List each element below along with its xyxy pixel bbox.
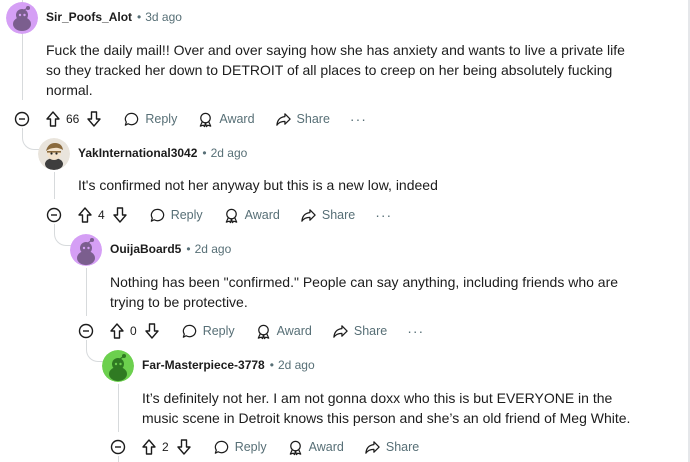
comment-body: Nothing has been "confirmed." People can… [110,272,670,312]
downvote-icon[interactable] [143,322,161,340]
share-button[interactable]: Share [332,323,387,340]
share-icon [301,208,316,222]
reply-icon [150,208,164,222]
share-icon [275,112,291,126]
share-icon [333,324,348,338]
separator-dot: • [137,10,142,24]
comment-line: so they tracked her down to DETROIT of a… [46,62,613,78]
reply-label: Reply [234,440,267,454]
vote-count: 0 [130,324,137,338]
award-button[interactable]: Award [287,439,344,456]
upvote-icon[interactable] [44,110,62,128]
comment-body: It's confirmed not her anyway but this i… [78,175,658,195]
timestamp[interactable]: 2d ago [195,242,232,256]
award-label: Award [276,324,312,338]
comment-line: Fuck the daily mail!! Over and over sayi… [46,42,625,58]
reply-icon [182,324,196,338]
thread-elbow [86,340,104,362]
thread-line[interactable] [118,456,119,462]
award-label: Award [244,208,280,222]
comment-body: It’s definitely not her. I am not gonna … [142,388,672,428]
comment-actions: 4 Reply Award Share ··· [76,202,392,228]
comment-thread: Sir_Poofs_Alot • 3d ago Fuck the daily m… [0,0,690,462]
reply-icon [214,440,228,454]
username-link[interactable]: OuijaBoard5 [110,242,181,256]
comment-line: music scene in Detroit knows this person… [142,410,631,426]
reply-button[interactable]: Reply [213,439,267,456]
comment-body: Fuck the daily mail!! Over and over sayi… [46,40,646,100]
username-link[interactable]: YakInternational3042 [78,146,197,160]
share-button[interactable]: Share [275,111,330,128]
award-button[interactable]: Award [223,207,280,224]
avatar[interactable] [38,138,70,170]
timestamp[interactable]: 2d ago [278,358,315,372]
upvote-icon[interactable] [76,206,94,224]
share-icon [365,440,380,454]
more-options-button[interactable]: ··· [375,207,392,223]
vote-count: 4 [98,208,105,222]
comment-line: trying to be protective. [110,294,248,310]
thread-line[interactable] [86,268,87,316]
award-icon [257,324,269,339]
avatar[interactable] [6,2,38,34]
reply-button[interactable]: Reply [123,111,177,128]
separator-dot: • [202,146,207,160]
comment-line: It’s definitely not her. I am not gonna … [142,390,613,406]
separator-dot: • [186,242,191,256]
reply-label: Reply [170,208,203,222]
downvote-icon[interactable] [85,110,103,128]
comment-meta: YakInternational3042 • 2d ago [78,144,247,162]
thread-elbow [22,128,40,150]
username-link[interactable]: Far-Masterpiece-3778 [142,358,265,372]
timestamp[interactable]: 3d ago [145,10,182,24]
award-icon [289,440,301,455]
comment-actions: 2 Reply Award Share [140,434,419,460]
share-button[interactable]: Share [300,207,355,224]
upvote-icon[interactable] [140,438,158,456]
vote-count: 2 [162,440,169,454]
award-label: Award [219,112,255,126]
thread-elbow [54,224,72,246]
thread-line[interactable] [118,384,119,432]
timestamp[interactable]: 2d ago [211,146,248,160]
share-label: Share [385,440,420,454]
award-icon [200,112,212,127]
avatar[interactable] [102,350,134,382]
comment-line: normal. [46,82,93,98]
reply-button[interactable]: Reply [181,323,235,340]
reply-button[interactable]: Reply [149,207,203,224]
separator-dot: • [269,358,274,372]
thread-line[interactable] [54,172,55,199]
comment-meta: Far-Masterpiece-3778 • 2d ago [142,356,315,374]
more-options-button[interactable]: ··· [407,323,424,339]
award-button[interactable]: Award [197,111,255,128]
collapse-thread-button[interactable] [14,111,30,127]
downvote-icon[interactable] [175,438,193,456]
reply-label: Reply [145,112,178,126]
collapse-thread-button[interactable] [78,323,94,339]
comment-line: It's confirmed not her anyway but this i… [78,177,438,193]
upvote-icon[interactable] [108,322,126,340]
share-button[interactable]: Share [364,439,419,456]
award-label: Award [308,440,344,454]
share-label: Share [321,208,356,222]
award-icon [225,208,237,223]
award-button[interactable]: Award [255,323,312,340]
collapse-thread-button[interactable] [110,439,126,455]
collapse-thread-button[interactable] [46,207,62,223]
downvote-icon[interactable] [111,206,129,224]
reply-icon [125,112,139,126]
comment-actions: 0 Reply Award Share ··· [108,318,424,344]
more-options-button[interactable]: ··· [350,111,367,127]
share-label: Share [296,112,330,126]
reply-label: Reply [202,324,235,338]
comment-actions: 66 Reply Award Share ··· [44,106,367,132]
share-label: Share [353,324,388,338]
comment-meta: Sir_Poofs_Alot • 3d ago [46,8,182,26]
comment-meta: OuijaBoard5 • 2d ago [110,240,231,258]
username-link[interactable]: Sir_Poofs_Alot [46,10,132,24]
comment-line: Nothing has been "confirmed." People can… [110,274,619,290]
vote-count: 66 [66,112,80,126]
avatar[interactable] [70,234,102,266]
